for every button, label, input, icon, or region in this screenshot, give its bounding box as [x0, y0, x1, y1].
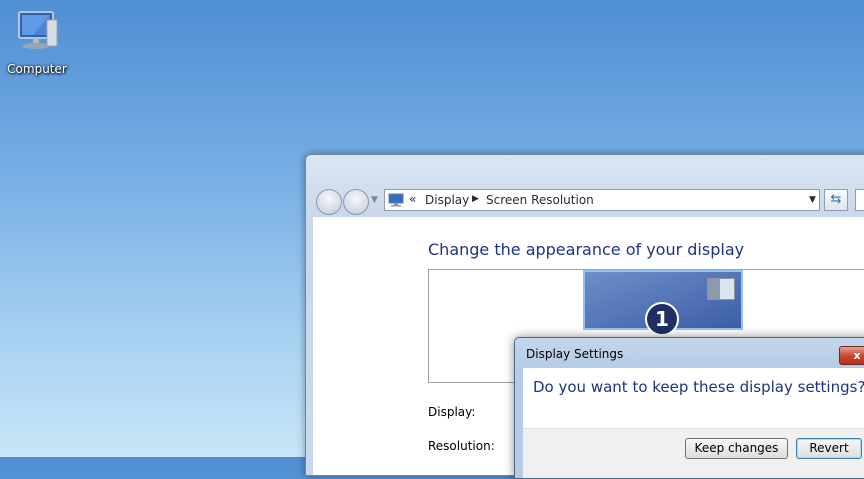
desktop-icon-computer[interactable]: Computer [4, 8, 70, 76]
revert-button[interactable]: Revert [796, 438, 862, 459]
display-label: Display: [428, 405, 476, 419]
dialog-question: Do you want to keep these display settin… [533, 378, 864, 396]
computer-icon [18, 11, 58, 49]
refresh-icon: ⇆ [830, 192, 842, 207]
breadcrumb-display[interactable]: Display [425, 193, 469, 207]
display-control-panel-icon [388, 193, 404, 210]
forward-button[interactable] [343, 189, 369, 215]
search-input[interactable] [855, 189, 864, 211]
monitor-1-tile[interactable]: 1 [583, 270, 743, 336]
address-bar[interactable]: « Display ▶ Screen Resolution ▼ [384, 189, 820, 211]
dialog-body: Do you want to keep these display settin… [523, 368, 864, 428]
close-icon: x [853, 349, 861, 362]
display-settings-dialog: Display Settings x Do you want to keep t… [514, 337, 864, 479]
monitor-number-badge: 1 [645, 302, 679, 336]
breadcrumb-separator-icon[interactable]: ▶ [472, 194, 479, 204]
recent-pages-chevron-down-icon[interactable]: ▼ [371, 195, 378, 205]
close-button[interactable]: x [839, 346, 864, 365]
desktop-icon-label: Computer [7, 62, 67, 76]
back-button[interactable] [316, 189, 342, 215]
keep-changes-button[interactable]: Keep changes [685, 438, 788, 459]
refresh-button[interactable]: ⇆ [824, 189, 848, 211]
dialog-footer: Keep changes Revert [523, 428, 864, 478]
identify-monitor-icon [707, 278, 735, 300]
navigation-bar: ▼ « Display ▶ Screen Resolution ▼ ⇆ [306, 155, 864, 217]
breadcrumb-overflow[interactable]: « [409, 192, 416, 206]
resolution-label: Resolution: [428, 439, 495, 453]
breadcrumb-screen-resolution[interactable]: Screen Resolution [486, 193, 594, 207]
address-dropdown-chevron-down-icon[interactable]: ▼ [809, 195, 816, 205]
page-title: Change the appearance of your display [428, 240, 745, 259]
dialog-title: Display Settings [526, 347, 624, 361]
